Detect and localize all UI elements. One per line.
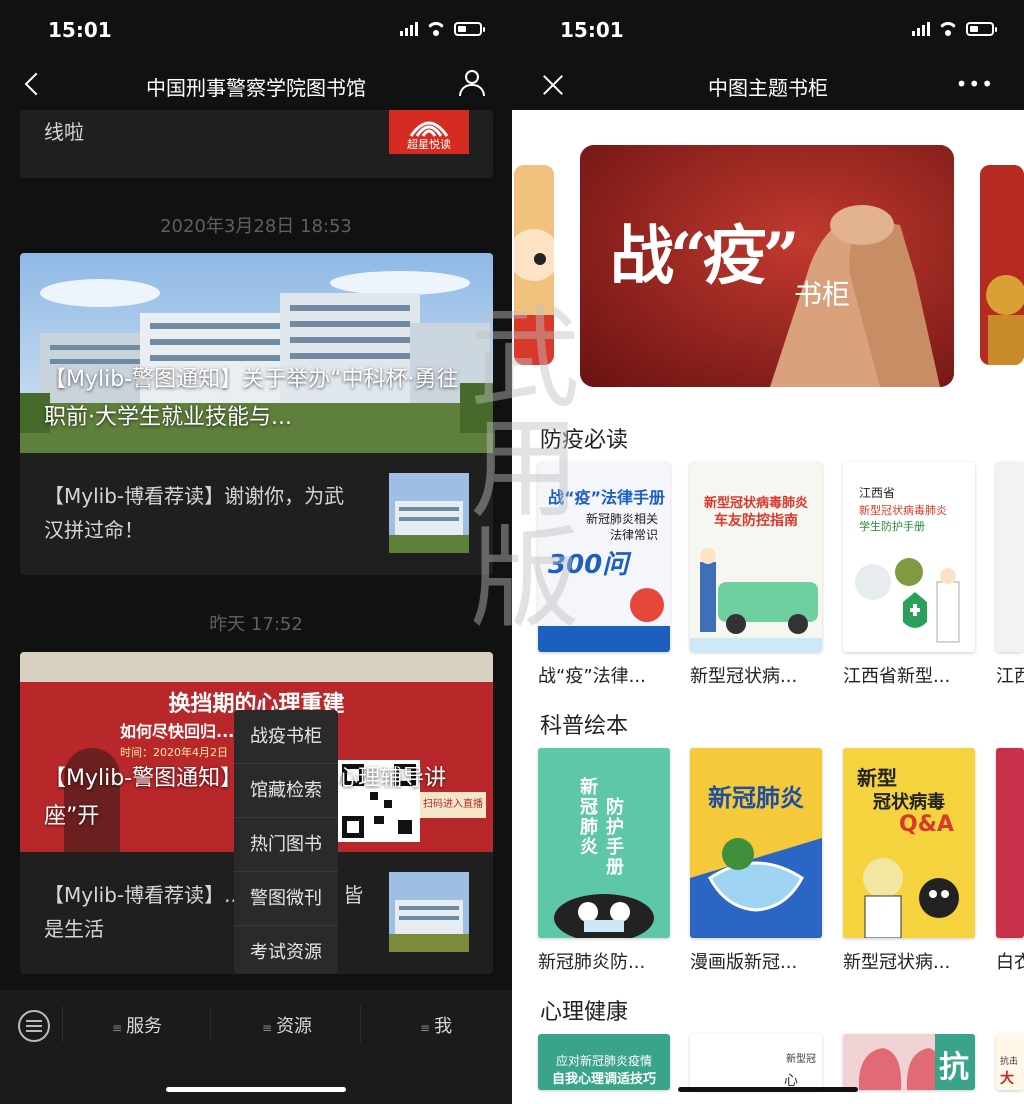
banner-title: 战“疫” <box>610 219 800 294</box>
book-title[interactable]: 白衣 <box>996 948 1024 974</box>
message-card-partial[interactable]: 线啦 超星悦读 <box>20 110 493 178</box>
menu-icon: ≡ <box>420 1021 431 1035</box>
page-title: 中图主题书柜 <box>708 76 828 100</box>
battery-icon <box>966 22 997 36</box>
message-card[interactable]: 【Mylib-警图通知】关于举办“中科杯·勇往职前·大学生就业技能与... 【M… <box>20 253 493 575</box>
book-title[interactable]: 漫画版新冠... <box>690 948 822 974</box>
more-icon[interactable]: ••• <box>956 72 994 96</box>
book-cover[interactable]: 抗击 大 <box>996 1034 1024 1090</box>
book-cover[interactable] <box>996 462 1024 652</box>
book-cover[interactable]: 抗 <box>843 1034 975 1090</box>
nav-bar: 中图主题书柜 ••• <box>512 62 1024 110</box>
section-title: 心理健康 <box>540 1000 629 1025</box>
menu-icon: ≡ <box>112 1021 123 1035</box>
home-indicator <box>166 1087 346 1092</box>
page-title: 中国刑事警察学院图书馆 <box>146 76 366 100</box>
menu-icon: ≡ <box>262 1021 273 1035</box>
book-cover[interactable]: 新型冠 心 <box>690 1034 822 1090</box>
article-cover[interactable]: 【Mylib-警图通知】关于举办“中科杯·勇往职前·大学生就业技能与... <box>20 253 493 453</box>
book-cover[interactable]: 新型冠状病毒肺炎 车友防控指南 <box>690 462 822 652</box>
book-title[interactable]: 江西省新型... <box>843 662 975 688</box>
timestamp: 2020年3月28日 18:53 <box>160 216 352 237</box>
menu-tab-me[interactable]: ≡ 我 <box>420 1012 452 1038</box>
status-bar: 15:01 <box>512 0 1024 62</box>
book-title[interactable]: 江西 <box>996 662 1024 688</box>
menu-tab-services[interactable]: ≡ 服务 <box>112 1012 162 1038</box>
sub-article-title: 【Mylib-博看荐读】谢谢你，为武汉拼过命！ <box>44 484 345 542</box>
section-title: 科普绘本 <box>540 714 629 739</box>
menu-item-anti-epidemic-shelf[interactable]: 战疫书柜 <box>234 710 338 764</box>
menu-item-exam-resources[interactable]: 考试资源 <box>234 926 338 979</box>
book-cover[interactable]: 江西省 新型冠状病毒肺炎 学生防护手册 <box>843 462 975 652</box>
resources-popup-menu: 战疫书柜 馆藏检索 热门图书 警图微刊 考试资源 <box>234 710 338 974</box>
keyboard-icon[interactable] <box>18 1010 50 1042</box>
book-cover[interactable]: 新冠肺炎 <box>690 748 822 938</box>
wifi-icon <box>426 22 446 36</box>
menu-item-catalog-search[interactable]: 馆藏检索 <box>234 764 338 818</box>
menu-item-popular-books[interactable]: 热门图书 <box>234 818 338 872</box>
book-title[interactable]: 新型冠状病... <box>690 662 822 688</box>
book-cover[interactable]: 新冠肺炎 防护手册 <box>538 748 670 938</box>
poster-header <box>20 652 493 682</box>
signal-icon <box>912 22 930 36</box>
menu-item-micro-journal[interactable]: 警图微刊 <box>234 872 338 926</box>
menu-tab-resources[interactable]: ≡ 资源 <box>262 1012 312 1038</box>
book-title[interactable]: 新冠肺炎防... <box>538 948 670 974</box>
logo-text: 超星悦读 <box>407 138 451 151</box>
featured-banner-anti-epidemic[interactable]: 战“疫” 书柜 <box>580 145 954 387</box>
carousel-next-card[interactable] <box>980 165 1024 365</box>
book-cover[interactable]: 应对新冠肺炎疫情 自我心理调适技巧 <box>538 1034 670 1090</box>
status-bar: 15:01 <box>0 0 512 62</box>
status-time: 15:01 <box>560 18 624 42</box>
wifi-icon <box>938 22 958 36</box>
book-cover[interactable] <box>996 748 1024 938</box>
chaoxing-logo: 超星悦读 <box>389 110 469 154</box>
sub-article[interactable]: 【Mylib-博看荐读】谢谢你，为武汉拼过命！ <box>20 453 493 575</box>
banner-suffix: 书柜 <box>794 278 851 311</box>
watermark: 武用版 <box>451 300 579 630</box>
book-cover[interactable]: 新型 冠状病毒 Q&A <box>843 748 975 938</box>
timestamp: 昨天 17:52 <box>209 614 303 635</box>
left-phone: 15:01 中国刑事警察学院图书馆 线啦 超星悦读 2020年3月28日 18:… <box>0 0 512 1104</box>
nav-bar: 中国刑事警察学院图书馆 <box>0 62 512 110</box>
home-indicator <box>678 1087 858 1092</box>
status-time: 15:01 <box>48 18 112 42</box>
user-icon[interactable] <box>458 70 485 98</box>
article-title: 【Mylib-警图通知】关于举办“中科杯·勇往职前·大学生就业技能与... <box>44 367 459 430</box>
signal-icon <box>400 22 418 36</box>
battery-icon <box>454 22 485 36</box>
book-title[interactable]: 战“疫”法律... <box>538 662 670 688</box>
bottom-menu-bar: ≡ 服务 ≡ 资源 ≡ 我 <box>0 990 512 1104</box>
card-text: 线啦 <box>44 120 84 144</box>
book-title[interactable]: 新型冠状病... <box>843 948 975 974</box>
sub-article-thumbnail <box>389 872 469 952</box>
